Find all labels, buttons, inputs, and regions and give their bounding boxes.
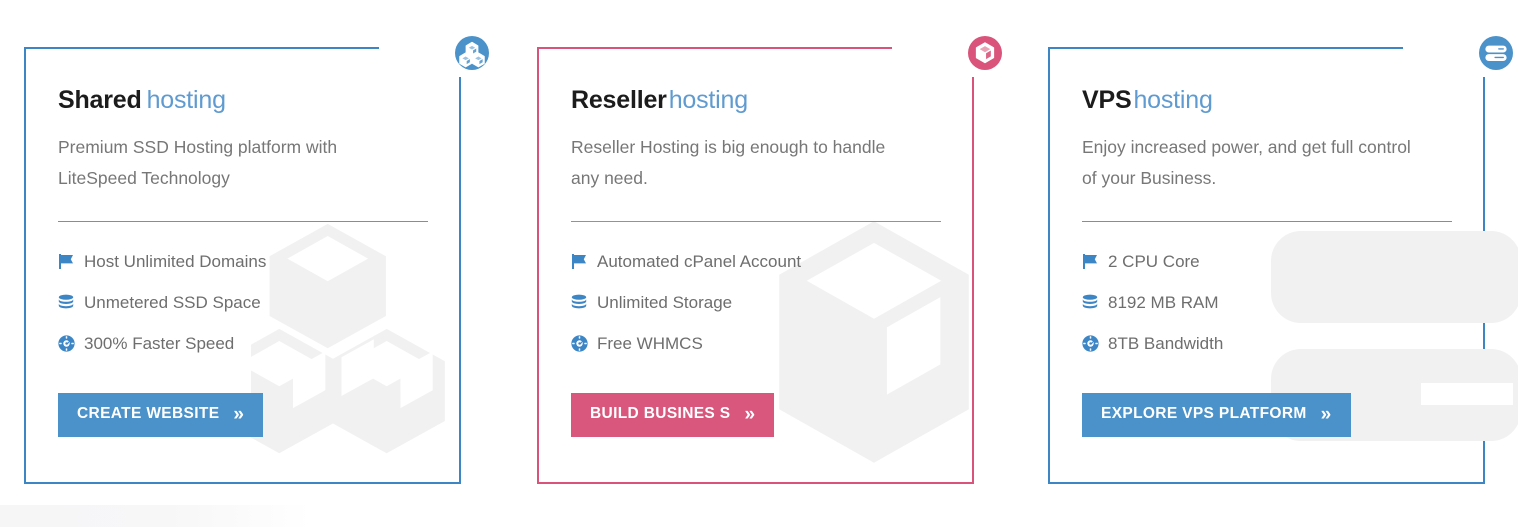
- speedometer-icon: [58, 335, 84, 352]
- feature-item: 2 CPU Core: [1082, 252, 1451, 272]
- card-description: Premium SSD Hosting platform with LiteSp…: [58, 137, 338, 188]
- card-title-strong: Reseller: [571, 86, 667, 114]
- feature-label: 2 CPU Core: [1108, 251, 1200, 271]
- flag-icon: [571, 253, 597, 270]
- card-title: Resellerhosting: [571, 85, 940, 115]
- build-business-button[interactable]: BUILD BUSINES S »: [571, 392, 775, 437]
- feature-label: Host Unlimited Domains: [84, 251, 267, 271]
- card-border-bottom: [24, 482, 461, 484]
- card-divider: [1082, 220, 1452, 222]
- hosting-plan-card-shared[interactable]: Shared hosting Premium SSD Hosting platfo…: [24, 36, 489, 484]
- speedometer-icon: [571, 335, 597, 352]
- hosting-plan-card-vps[interactable]: VPShosting Enjoy increased power, and ge…: [1048, 36, 1518, 484]
- flag-icon: [58, 253, 84, 270]
- card-border-bottom: [537, 482, 974, 484]
- feature-label: Unlimited Storage: [597, 292, 733, 312]
- cta-label: BUILD BUSINES S: [590, 405, 731, 423]
- feature-item: Free WHMCS: [571, 334, 940, 354]
- feature-list: Automated cPanel Account Unlimited Stora…: [571, 252, 940, 354]
- hosting-plan-card-grid: Shared hosting Premium SSD Hosting platfo…: [0, 0, 1518, 527]
- feature-item: 300% Faster Speed: [58, 334, 427, 354]
- card-description: Enjoy increased power, and get full cont…: [1082, 137, 1411, 188]
- feature-label: Free WHMCS: [597, 333, 703, 353]
- feature-label: Unmetered SSD Space: [84, 292, 261, 312]
- database-stack-icon: [571, 294, 597, 311]
- cta-label: CREATE WEBSITE: [77, 405, 220, 423]
- feature-item: 8TB Bandwidth: [1082, 334, 1451, 354]
- flag-icon: [1082, 253, 1108, 270]
- double-chevron-right-icon: »: [744, 403, 756, 425]
- card-body: Shared hosting Premium SSD Hosting platfo…: [24, 47, 461, 437]
- feature-label: Automated cPanel Account: [597, 251, 802, 271]
- explore-vps-platform-button[interactable]: EXPLORE VPS PLATFORM »: [1082, 392, 1351, 437]
- card-border-bottom: [1048, 482, 1485, 484]
- feature-list: Host Unlimited Domains Unmetered SSD Spa…: [58, 252, 427, 354]
- card-divider: [58, 220, 428, 222]
- card-description: Reseller Hosting is big enough to handle…: [571, 137, 886, 188]
- card-divider: [571, 220, 941, 222]
- page-bottom-band: [0, 505, 310, 527]
- card-title-light: hosting: [146, 86, 226, 114]
- database-stack-icon: [58, 294, 84, 311]
- card-title-strong: VPS: [1082, 86, 1132, 114]
- hosting-plan-card-reseller[interactable]: Resellerhosting Reseller Hosting is big …: [537, 36, 1002, 484]
- card-title-light: hosting: [1133, 86, 1213, 114]
- speedometer-icon: [1082, 335, 1108, 352]
- feature-list: 2 CPU Core 8192 MB RAM 8TB Bandwidth: [1082, 252, 1451, 354]
- feature-item: 8192 MB RAM: [1082, 293, 1451, 313]
- cta-label: EXPLORE VPS PLATFORM: [1101, 405, 1307, 423]
- create-website-button[interactable]: CREATE WEBSITE »: [58, 392, 264, 437]
- double-chevron-right-icon: »: [1320, 403, 1332, 425]
- hosting-plans-page: Shared hosting Premium SSD Hosting platfo…: [0, 0, 1518, 527]
- feature-item: Automated cPanel Account: [571, 252, 940, 272]
- feature-item: Unlimited Storage: [571, 293, 940, 313]
- card-title: Shared hosting: [58, 85, 427, 115]
- feature-label: 8TB Bandwidth: [1108, 333, 1224, 353]
- feature-item: Host Unlimited Domains: [58, 252, 427, 272]
- feature-label: 8192 MB RAM: [1108, 292, 1219, 312]
- double-chevron-right-icon: »: [233, 403, 245, 425]
- feature-item: Unmetered SSD Space: [58, 293, 427, 313]
- card-title: VPShosting: [1082, 85, 1451, 115]
- card-title-strong: Shared: [58, 86, 142, 114]
- card-body: Resellerhosting Reseller Hosting is big …: [537, 47, 974, 437]
- database-stack-icon: [1082, 294, 1108, 311]
- feature-label: 300% Faster Speed: [84, 333, 235, 353]
- card-body: VPShosting Enjoy increased power, and ge…: [1048, 47, 1485, 437]
- card-title-light: hosting: [668, 86, 748, 114]
